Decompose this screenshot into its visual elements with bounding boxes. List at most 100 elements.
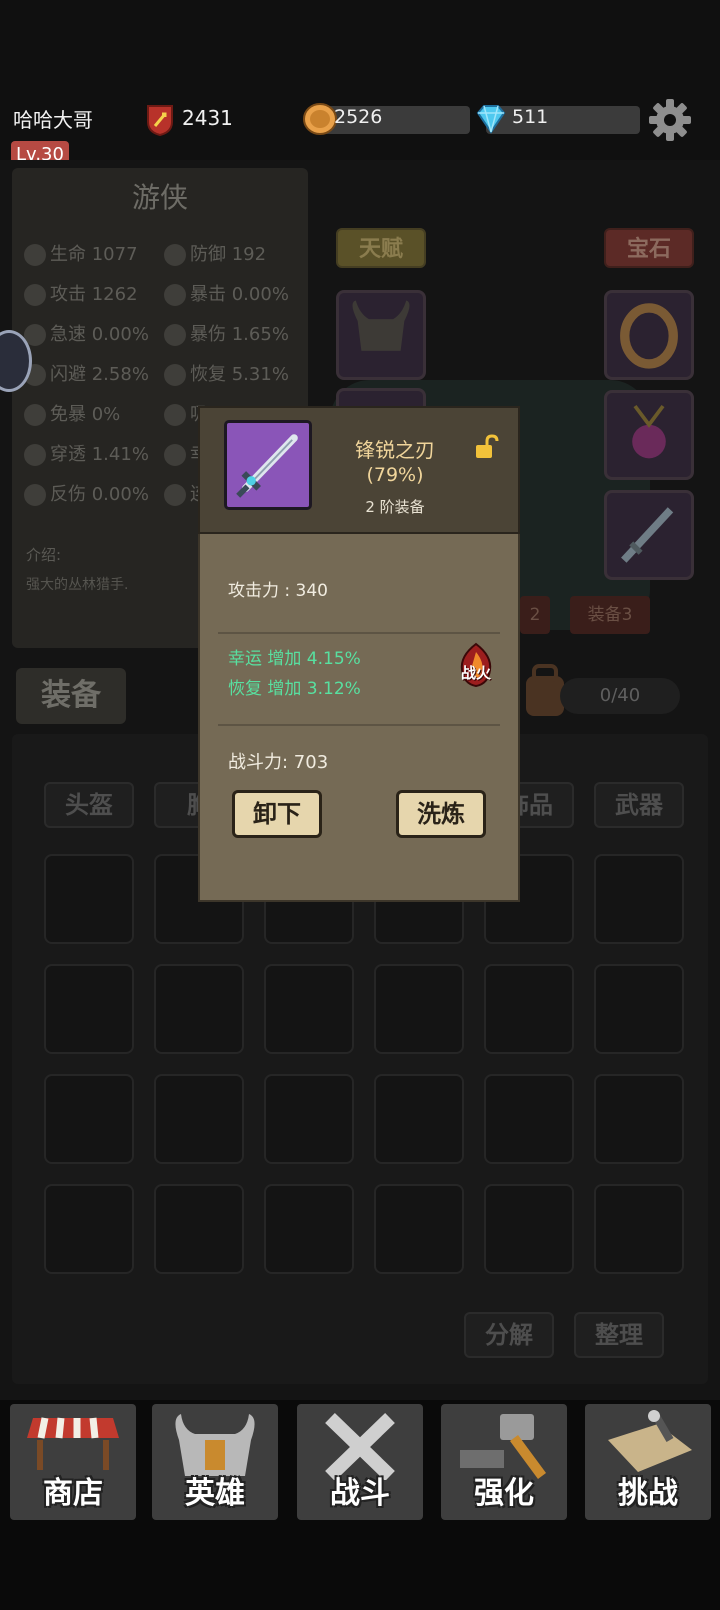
settings-gear-icon[interactable] — [648, 98, 692, 142]
stat-label: 暴击 — [190, 284, 226, 305]
stat-icon — [164, 404, 186, 426]
item-name: 锋锐之刃 — [355, 438, 435, 462]
amulet-icon — [632, 404, 666, 459]
inventory-slot[interactable] — [44, 1184, 134, 1274]
inventory-slot[interactable] — [154, 1184, 244, 1274]
sort-button[interactable]: 整理 — [574, 1312, 664, 1358]
inventory-slot[interactable] — [374, 1074, 464, 1164]
stat-icon — [24, 484, 46, 506]
fire-badge-label: 战火 — [460, 664, 491, 682]
nav-challenge[interactable]: 挑战 — [585, 1404, 711, 1520]
stat-icon — [24, 284, 46, 306]
decompose-button[interactable]: 分解 — [464, 1312, 554, 1358]
popup-divider — [218, 632, 500, 634]
item-icon-frame — [224, 420, 312, 510]
nav-upgrade[interactable]: 强化 — [441, 1404, 567, 1520]
inventory-slot[interactable] — [484, 964, 574, 1054]
nav-shop[interactable]: 商店 — [10, 1404, 136, 1520]
unequip-button[interactable]: 卸下 — [232, 790, 322, 838]
stat-icon — [164, 324, 186, 346]
coin-value: 2526 — [334, 106, 383, 128]
stat-label: 闪避 — [50, 364, 86, 385]
hero-stat-row: 恢复 5.31% — [164, 360, 289, 386]
item-quality-percent: (79%) — [366, 464, 424, 486]
reforge-button[interactable]: 洗炼 — [396, 790, 486, 838]
stat-label: 防御 — [190, 244, 226, 265]
hero-stat-row: 闪避 2.58% — [24, 360, 149, 386]
stat-icon — [164, 284, 186, 306]
power-value: 2431 — [182, 106, 233, 130]
ring-slot[interactable] — [604, 290, 694, 380]
inventory-slot[interactable] — [264, 1184, 354, 1274]
hero-stat-row: 反伤 0.00% — [24, 480, 149, 506]
gem-bar[interactable] — [486, 106, 640, 134]
stat-label: 暴伤 — [190, 324, 226, 345]
category-weapon[interactable]: 武器 — [594, 782, 684, 828]
equip-tab-2[interactable]: 2 — [520, 596, 550, 634]
inventory-slot[interactable] — [154, 1074, 244, 1164]
inventory-slot[interactable] — [594, 854, 684, 944]
stat-label: 穿透 — [50, 444, 86, 465]
bonus-luck: 幸运 增加 4.15% — [228, 649, 361, 669]
weapon-slot[interactable] — [604, 490, 694, 580]
intro-text: 强大的丛林猎手. — [26, 577, 129, 593]
gem-button[interactable]: 宝石 — [604, 228, 694, 268]
hero-stat-row: 暴伤 1.65% — [164, 320, 289, 346]
inventory-slot[interactable] — [484, 1184, 574, 1274]
inventory-slot[interactable] — [374, 964, 464, 1054]
inventory-slot[interactable] — [594, 1184, 684, 1274]
equip-tab-3[interactable]: 装备3 — [570, 596, 650, 634]
stat-value: 2.58% — [91, 364, 149, 385]
nav-hero[interactable]: 英雄 — [152, 1404, 278, 1520]
ring-icon — [620, 303, 678, 369]
stat-value: 0% — [91, 404, 121, 425]
hero-class-title: 游侠 — [131, 181, 188, 214]
inventory-slot[interactable] — [264, 1074, 354, 1164]
player-name[interactable]: 哈哈大哥 — [13, 104, 93, 133]
nav-battle[interactable]: 战斗 — [297, 1404, 423, 1520]
nav-upgrade-label: 强化 — [474, 1476, 534, 1511]
inventory-slot[interactable] — [594, 964, 684, 1054]
hero-stat-row: 急速 0.00% — [24, 320, 149, 346]
inventory-slot[interactable] — [594, 1074, 684, 1164]
nav-challenge-label: 挑战 — [618, 1476, 678, 1511]
equipment-header: 装备 — [16, 668, 126, 724]
inventory-slot[interactable] — [44, 854, 134, 944]
stat-value: 0.00% — [91, 324, 149, 345]
stat-value: 192 — [231, 244, 267, 265]
inventory-slot[interactable] — [44, 964, 134, 1054]
gem-value: 511 — [512, 106, 549, 128]
stat-value: 1.41% — [91, 444, 149, 465]
hero-stat-row: 防御 192 — [164, 240, 266, 266]
unlock-icon[interactable] — [474, 434, 502, 460]
hero-stat-row: 穿透 1.41% — [24, 440, 149, 466]
stat-icon — [164, 364, 186, 386]
category-helmet[interactable]: 头盔 — [44, 782, 134, 828]
inventory-slot[interactable] — [154, 964, 244, 1054]
hero-stat-row: 免暴 0% — [24, 400, 120, 426]
popup-divider — [218, 724, 500, 726]
intro-label: 介绍: — [26, 546, 62, 564]
stat-label: 急速 — [50, 324, 86, 345]
inventory-slot[interactable] — [484, 1074, 574, 1164]
amulet-slot[interactable] — [604, 390, 694, 480]
hero-stat-row: 暴击 0.00% — [164, 280, 289, 306]
inventory-slot[interactable] — [374, 1184, 464, 1274]
stat-icon — [24, 404, 46, 426]
horned-helmet-icon — [352, 300, 410, 351]
stat-icon — [24, 444, 46, 466]
inventory-slot[interactable] — [44, 1074, 134, 1164]
blade-sword-icon — [236, 434, 298, 498]
talent-button[interactable]: 天赋 — [336, 228, 426, 268]
combat-power: 战斗力: 703 — [228, 752, 329, 773]
diamond-icon — [476, 105, 506, 134]
stat-label: 攻击 — [50, 284, 86, 305]
helmet-slot[interactable] — [336, 290, 426, 380]
coin-icon — [303, 103, 337, 135]
hero-stat-row: 生命 1077 — [24, 240, 138, 266]
bag-capacity: 0/40 — [560, 678, 680, 714]
inventory-slot[interactable] — [264, 964, 354, 1054]
stat-icon — [164, 484, 186, 506]
stat-value: 5.31% — [231, 364, 289, 385]
item-tier: 2 阶装备 — [365, 498, 425, 516]
